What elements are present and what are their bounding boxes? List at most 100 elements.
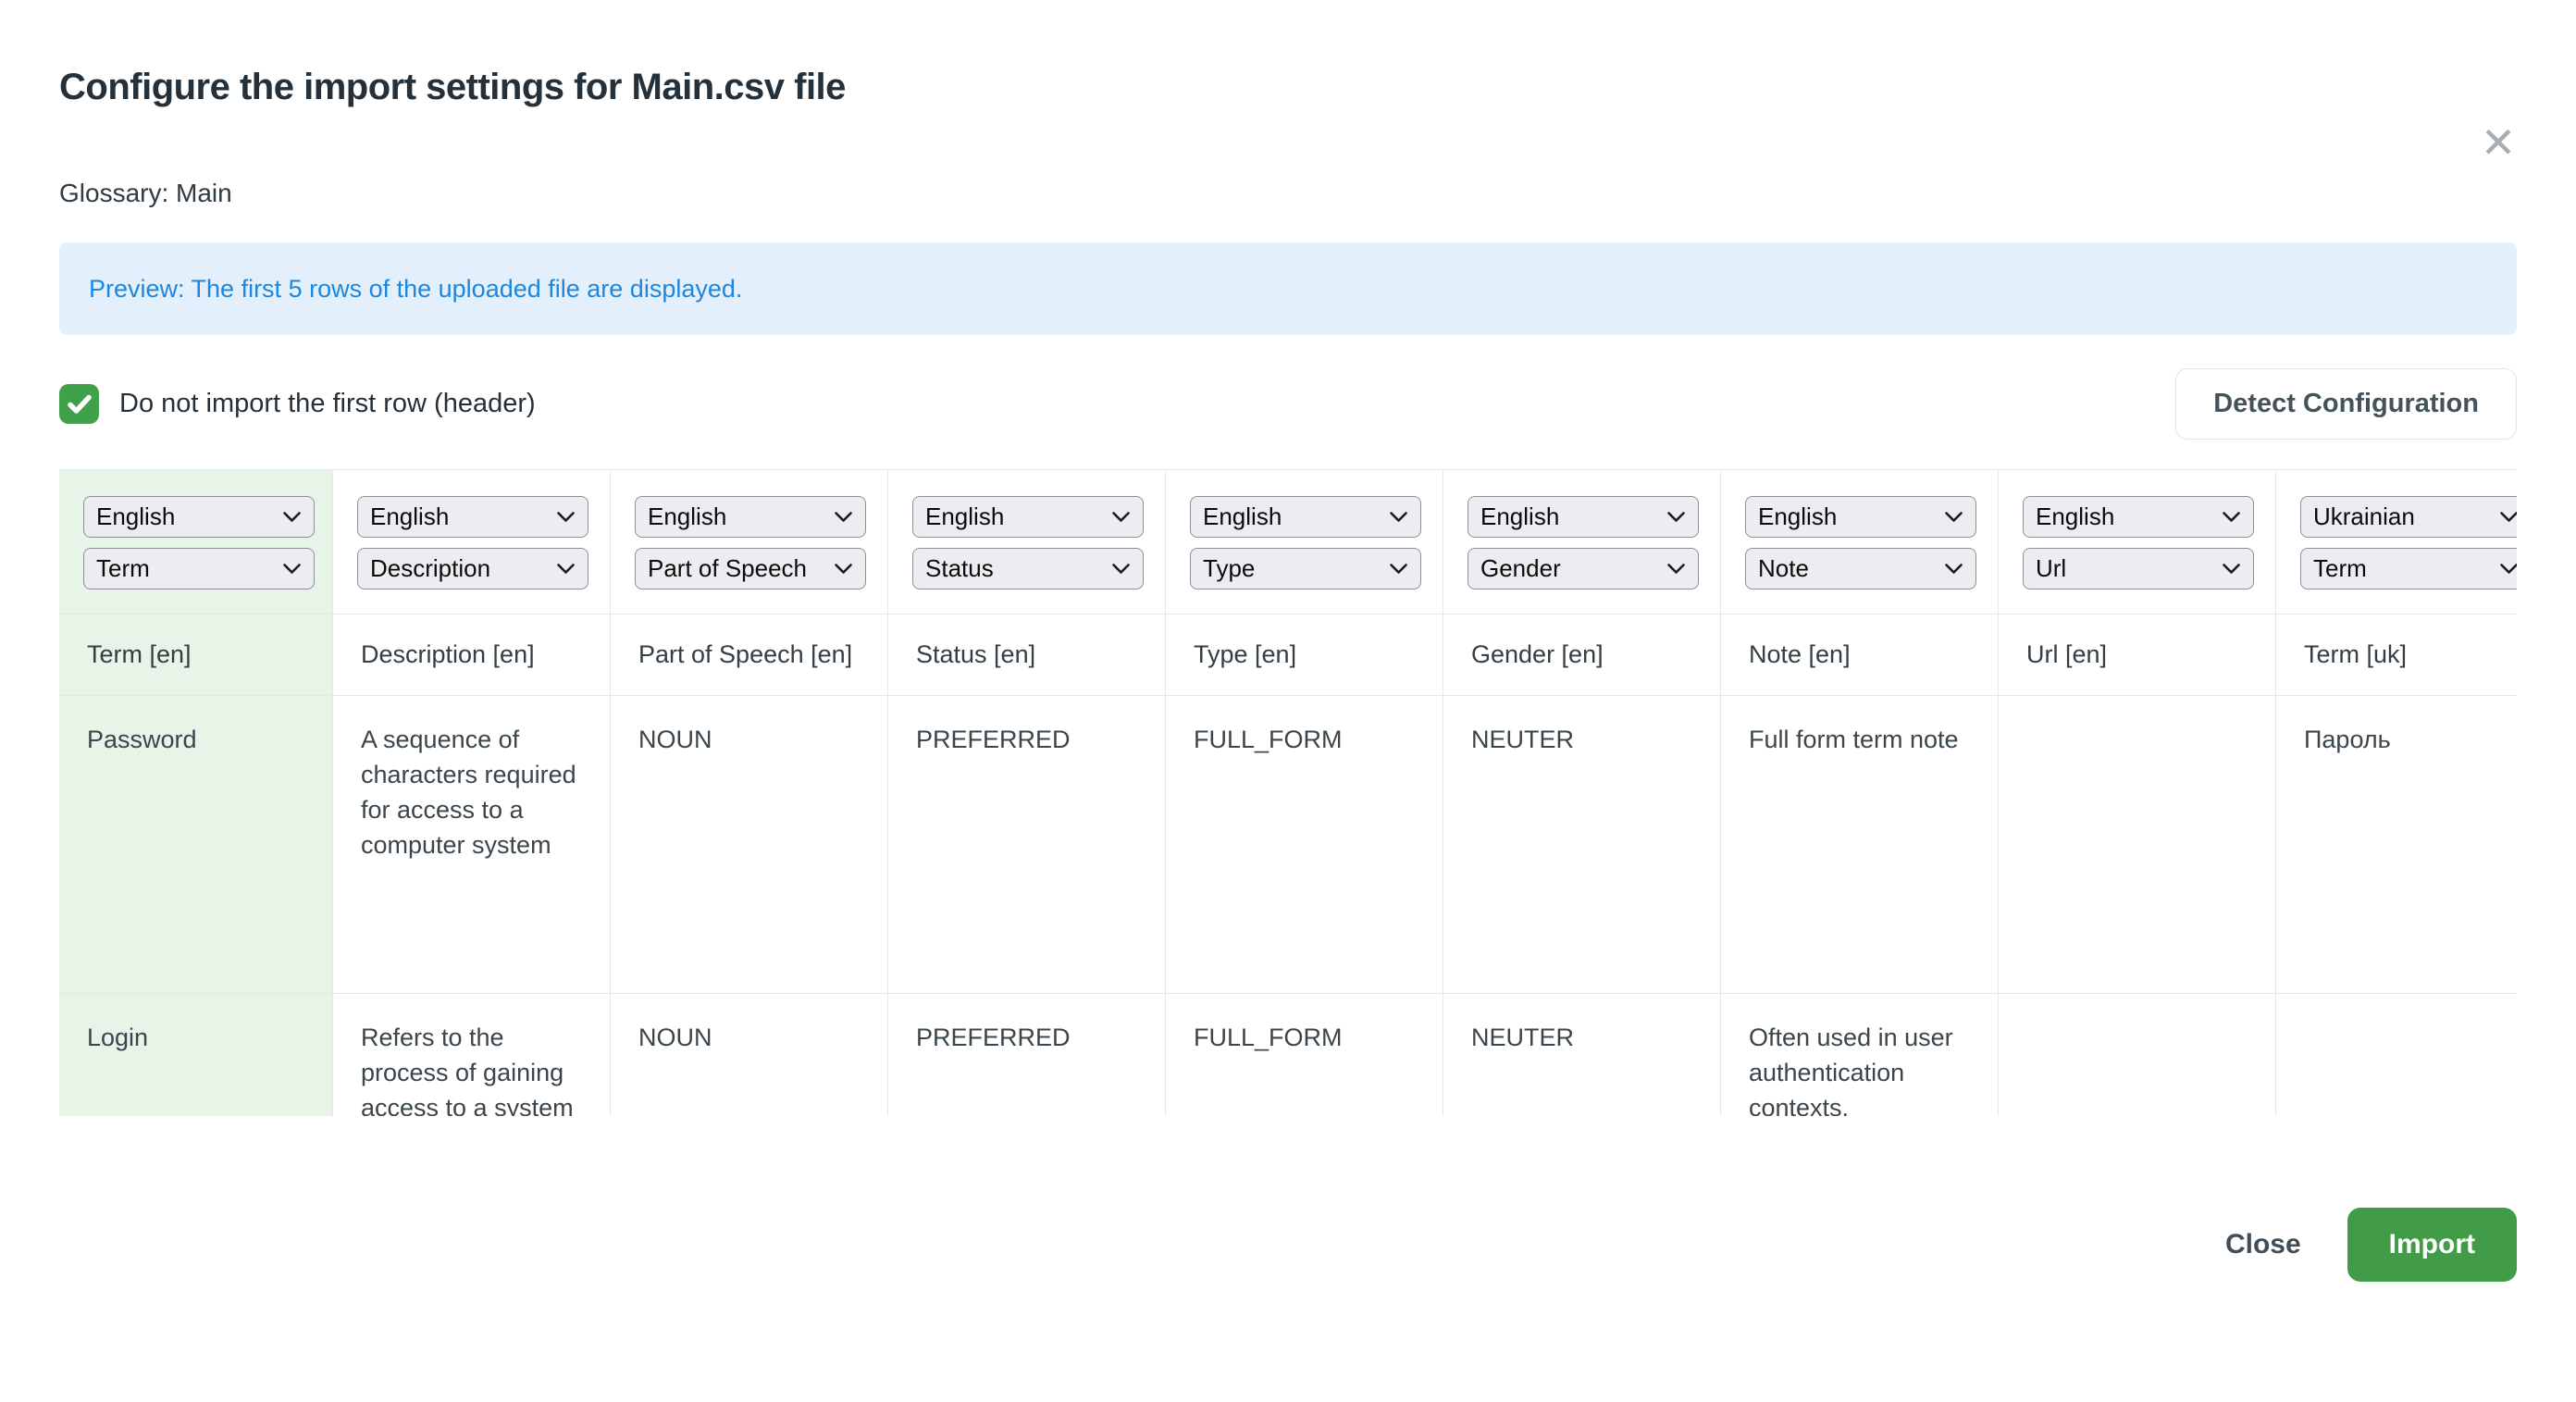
table-column-url-en: English Url Url [en] xyxy=(1999,470,2276,1116)
preview-table: English Term Term [en] Password Login En… xyxy=(59,470,2517,1116)
column-header: Term [en] xyxy=(59,614,333,696)
chevron-down-icon xyxy=(1944,563,1963,575)
import-button[interactable]: Import xyxy=(2347,1208,2517,1282)
checkmark-icon xyxy=(68,394,92,415)
chevron-down-icon xyxy=(1111,511,1131,523)
chevron-down-icon xyxy=(1666,563,1686,575)
table-column-term-en: English Term Term [en] Password Login xyxy=(59,470,333,1116)
table-cell: Пароль xyxy=(2276,696,2517,994)
table-column-part-of-speech-en: English Part of Speech Part of Speech [e… xyxy=(611,470,888,1116)
table-cell: NOUN xyxy=(611,994,888,1116)
col-4-language-value: English xyxy=(1203,502,1282,531)
table-column-gender-en: English Gender Gender [en] NEUTER NEUTER xyxy=(1443,470,1721,1116)
table-cell: Full form term note xyxy=(1721,696,1999,994)
col-7-language-value: English xyxy=(2036,502,2114,531)
col-4-field-select[interactable]: Type xyxy=(1190,548,1421,589)
table-cell: FULL_FORM xyxy=(1166,994,1443,1116)
detect-configuration-button[interactable]: Detect Configuration xyxy=(2175,368,2517,440)
table-cell: Login xyxy=(59,994,333,1116)
table-cell: Refers to the process of gaining access … xyxy=(333,994,611,1116)
chevron-down-icon xyxy=(556,563,576,575)
table-column-description-en: English Description Description [en] A s… xyxy=(333,470,611,1116)
col-8-language-select[interactable]: Ukrainian xyxy=(2300,496,2517,538)
table-cell xyxy=(1999,994,2276,1116)
col-1-language-select[interactable]: English xyxy=(357,496,588,538)
table-cell: PREFERRED xyxy=(888,994,1166,1116)
col-5-field-value: Gender xyxy=(1480,554,1561,583)
close-button[interactable]: Close xyxy=(2225,1229,2301,1260)
table-cell: NEUTER xyxy=(1443,696,1721,994)
chevron-down-icon xyxy=(1111,563,1131,575)
chevron-down-icon xyxy=(834,563,853,575)
header-row-checkbox-group: Do not import the first row (header) xyxy=(59,384,536,424)
col-6-language-select[interactable]: English xyxy=(1745,496,1976,538)
col-1-field-value: Description xyxy=(370,554,490,583)
chevron-down-icon xyxy=(2499,511,2517,523)
table-column-term-uk: Ukrainian Term Term [uk] Пароль xyxy=(2276,470,2517,1116)
col-8-language-value: Ukrainian xyxy=(2313,502,2415,531)
column-config-cell: English Part of Speech xyxy=(611,470,888,614)
preview-info-text: Preview: The first 5 rows of the uploade… xyxy=(89,275,742,304)
col-2-language-value: English xyxy=(648,502,726,531)
column-header: Part of Speech [en] xyxy=(611,614,888,696)
dialog-footer: Close Import xyxy=(59,1208,2517,1282)
col-1-language-value: English xyxy=(370,502,449,531)
col-0-language-value: English xyxy=(96,502,175,531)
chevron-down-icon xyxy=(2222,563,2241,575)
col-2-field-select[interactable]: Part of Speech xyxy=(635,548,866,589)
table-cell xyxy=(2276,994,2517,1116)
col-6-field-select[interactable]: Note xyxy=(1745,548,1976,589)
page-title: Configure the import settings for Main.c… xyxy=(59,67,2517,107)
column-header: Note [en] xyxy=(1721,614,1999,696)
column-header: Url [en] xyxy=(1999,614,2276,696)
table-column-note-en: English Note Note [en] Full form term no… xyxy=(1721,470,1999,1116)
col-6-language-value: English xyxy=(1758,502,1837,531)
col-3-language-select[interactable]: English xyxy=(912,496,1144,538)
table-cell xyxy=(1999,696,2276,994)
glossary-line: Glossary: Main xyxy=(59,180,2517,207)
chevron-down-icon xyxy=(834,511,853,523)
column-config-cell: Ukrainian Term xyxy=(2276,470,2517,614)
col-0-language-select[interactable]: English xyxy=(83,496,315,538)
glossary-value: Main xyxy=(176,179,232,207)
table-column-type-en: English Type Type [en] FULL_FORM FULL_FO… xyxy=(1166,470,1443,1116)
col-5-language-value: English xyxy=(1480,502,1559,531)
table-cell: A sequence of characters required for ac… xyxy=(333,696,611,994)
col-0-field-value: Term xyxy=(96,554,150,583)
column-header: Term [uk] xyxy=(2276,614,2517,696)
table-cell: PREFERRED xyxy=(888,696,1166,994)
column-config-cell: English Description xyxy=(333,470,611,614)
column-header: Gender [en] xyxy=(1443,614,1721,696)
chevron-down-icon xyxy=(1389,563,1408,575)
table-column-status-en: English Status Status [en] PREFERRED PRE… xyxy=(888,470,1166,1116)
col-7-language-select[interactable]: English xyxy=(2023,496,2254,538)
col-3-language-value: English xyxy=(925,502,1004,531)
skip-header-checkbox[interactable] xyxy=(59,384,99,424)
col-3-field-value: Status xyxy=(925,554,994,583)
col-7-field-select[interactable]: Url xyxy=(2023,548,2254,589)
col-5-field-select[interactable]: Gender xyxy=(1468,548,1699,589)
col-5-language-select[interactable]: English xyxy=(1468,496,1699,538)
col-7-field-value: Url xyxy=(2036,554,2066,583)
close-icon[interactable]: ✕ xyxy=(2474,118,2522,167)
controls-row: Do not import the first row (header) Det… xyxy=(59,368,2517,440)
chevron-down-icon xyxy=(556,511,576,523)
column-config-cell: English Term xyxy=(59,470,333,614)
col-0-field-select[interactable]: Term xyxy=(83,548,315,589)
chevron-down-icon xyxy=(2499,563,2517,575)
chevron-down-icon xyxy=(2222,511,2241,523)
col-4-language-select[interactable]: English xyxy=(1190,496,1421,538)
col-6-field-value: Note xyxy=(1758,554,1809,583)
column-config-cell: English Gender xyxy=(1443,470,1721,614)
chevron-down-icon xyxy=(282,511,302,523)
col-2-field-value: Part of Speech xyxy=(648,554,807,583)
column-header: Type [en] xyxy=(1166,614,1443,696)
chevron-down-icon xyxy=(1389,511,1408,523)
col-8-field-select[interactable]: Term xyxy=(2300,548,2517,589)
col-2-language-select[interactable]: English xyxy=(635,496,866,538)
column-config-cell: English Type xyxy=(1166,470,1443,614)
table-cell: NEUTER xyxy=(1443,994,1721,1116)
col-1-field-select[interactable]: Description xyxy=(357,548,588,589)
import-settings-dialog: ✕ Configure the import settings for Main… xyxy=(0,67,2576,1402)
col-3-field-select[interactable]: Status xyxy=(912,548,1144,589)
